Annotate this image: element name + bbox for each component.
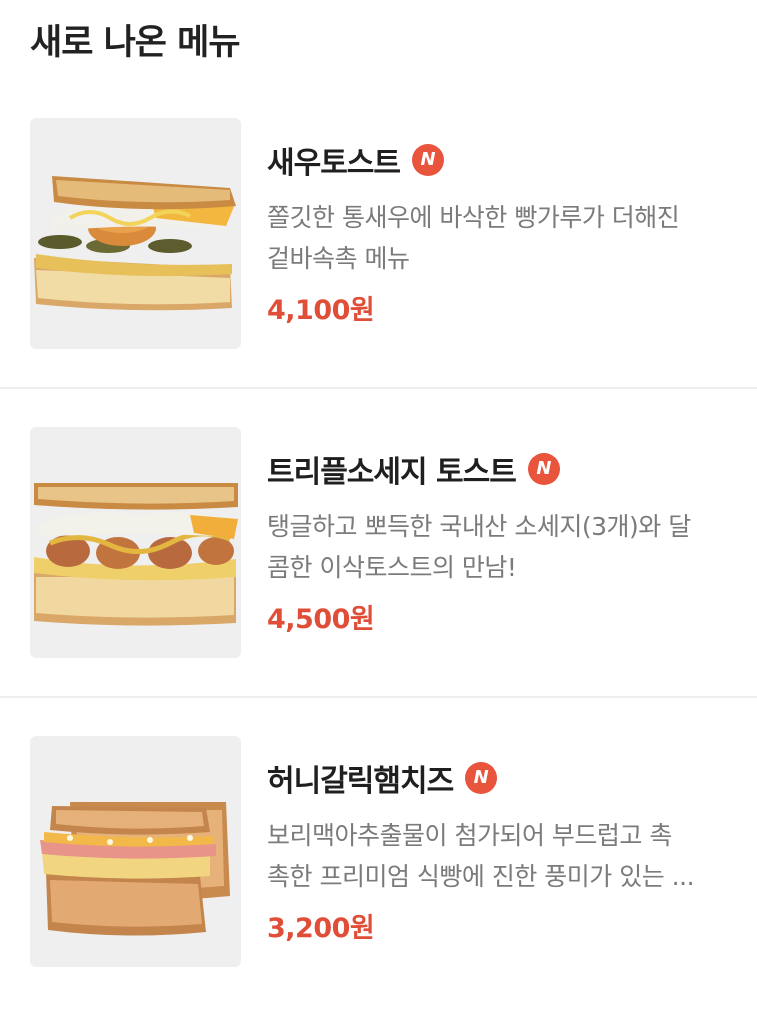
triple-sausage-toast-image[interactable] (30, 427, 241, 658)
new-badge-icon: N (465, 762, 498, 794)
menu-item-name[interactable]: 허니갈릭햄치즈 N (267, 756, 498, 800)
menu-item-name[interactable]: 트리플소세지 토스트 N (267, 447, 560, 491)
menu-item-price: 3,200원 (267, 913, 375, 944)
menu-item-description: 보리맥아추출물이 첨가되어 부드럽고 촉 촉한 프리미엄 식빵에 진한 풍미가 … (267, 821, 695, 891)
page-title: 새로 나온 메뉴 (30, 23, 241, 63)
menu-item-price: 4,100원 (267, 295, 375, 326)
menu-item-shrimp-toast[interactable]: 새우토스트 N 쫄깃한 통새우에 바삭한 빵가루가 더해진 겉바속촉 메뉴 4,… (0, 80, 757, 390)
shrimp-toast-image[interactable] (30, 118, 241, 349)
honey-garlic-ham-cheese-image[interactable] (30, 736, 241, 967)
menu-item-triple-sausage-toast[interactable]: 트리플소세지 토스트 N 탱글하고 뽀득한 국내산 소세지(3개)와 달 콤한 … (0, 389, 757, 699)
menu-item-name-text[interactable]: 새우토스트 (267, 138, 401, 182)
menu-item-name-text[interactable]: 트리플소세지 토스트 (267, 447, 517, 491)
menu-item-name-text[interactable]: 허니갈릭햄치즈 (267, 756, 454, 800)
menu-item-description: 쫄깃한 통새우에 바삭한 빵가루가 더해진 겉바속촉 메뉴 (267, 203, 680, 273)
new-badge-icon: N (527, 453, 560, 485)
menu-item-price: 4,500원 (267, 604, 375, 635)
menu-item-name[interactable]: 새우토스트 N (267, 138, 444, 182)
new-badge-icon: N (412, 144, 444, 176)
menu-item-honey-garlic-ham-cheese[interactable]: 허니갈릭햄치즈 N 보리맥아추출물이 첨가되어 부드럽고 촉 촉한 프리미엄 식… (0, 698, 757, 1008)
menu-item-description: 탱글하고 뽀득한 국내산 소세지(3개)와 달 콤한 이삭토스트의 만남! (267, 512, 691, 582)
